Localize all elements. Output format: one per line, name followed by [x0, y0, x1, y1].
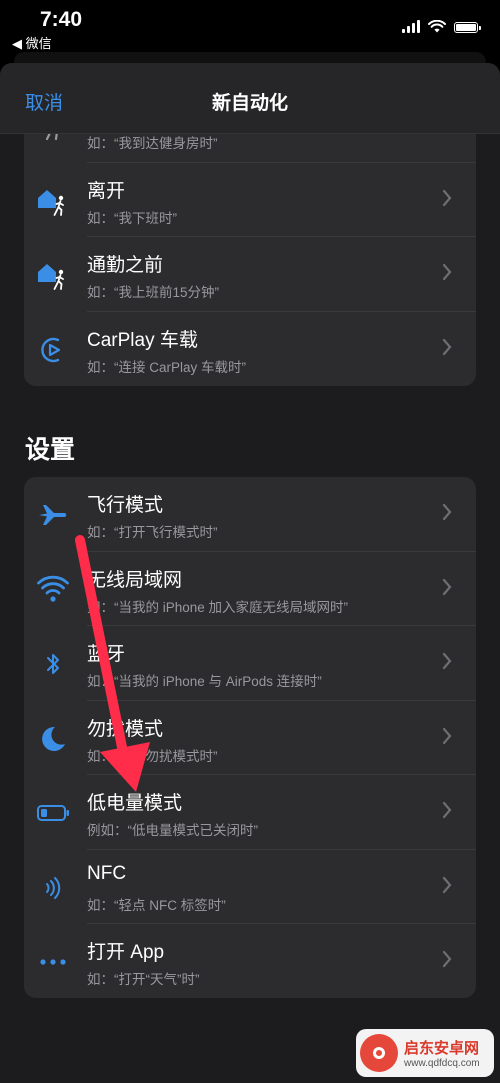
- list-item-title: 打开 App: [87, 942, 165, 963]
- chevron-right-icon: [442, 263, 452, 281]
- chevron-right-icon: [442, 338, 452, 355]
- cellular-signal-icon: [402, 20, 420, 33]
- list-item-nfc[interactable]: NFC 如：“轻点 NFC 标签时”: [24, 850, 476, 924]
- list-item-title: 飞行模式: [87, 495, 164, 516]
- list-item-title: 低电量模式: [87, 793, 183, 814]
- list-item-title: NFC: [87, 862, 127, 884]
- chevron-right-icon: [442, 950, 452, 968]
- list-item-carplay[interactable]: CarPlay 车载 如：“连接 CarPlay 车载时”: [24, 312, 476, 387]
- list-item-airplane-mode[interactable]: 飞行模式 如：“打开飞行模式时”: [24, 477, 476, 552]
- list-item-title: 通勤之前: [87, 255, 164, 276]
- list-item-wifi[interactable]: 无线局域网 如：“当我的 iPhone 加入家庭无线局域网时”: [24, 552, 476, 626]
- watermark: 启东安卓网 www.qdfdcq.com: [356, 1029, 494, 1077]
- moon-icon: [36, 724, 70, 754]
- list-item-low-power-mode[interactable]: 低电量模式 例如：“低电量模式已关闭时”: [24, 775, 476, 850]
- chevron-right-icon: [442, 578, 452, 595]
- list-item-before-commute[interactable]: 通勤之前 如：“我上班前15分钟”: [24, 237, 476, 312]
- house-person-leave-icon: [36, 186, 70, 216]
- status-bar: 7:40 ◀ 微信: [0, 0, 500, 56]
- list-item-do-not-disturb[interactable]: 勿扰模式 如：“打开勿扰模式时”: [24, 701, 476, 775]
- battery-status-icon: [454, 22, 481, 33]
- list-item-subtitle: 如：“当我的 iPhone 加入家庭无线局域网时”: [87, 599, 349, 615]
- navigation-bar: 取消 新自动化: [0, 63, 500, 134]
- list-item-subtitle: 如：“打开“天气”时”: [87, 972, 200, 987]
- ellipsis-icon: [36, 947, 70, 977]
- house-person-commute-icon: [36, 260, 70, 290]
- page-title: 新自动化: [211, 93, 288, 114]
- list-item-leave[interactable]: 离开 如：“我下班时”: [24, 163, 476, 237]
- list-item-title: CarPlay 车载: [87, 329, 198, 351]
- nfc-icon: [36, 873, 70, 903]
- list-item-title: 蓝牙: [87, 644, 126, 665]
- list-item-subtitle: 如：“打开飞行模式时”: [87, 525, 218, 540]
- list-item-subtitle: 如：“连接 CarPlay 车载时”: [87, 359, 247, 375]
- list-item-subtitle: 如：“我上班前15分钟”: [87, 285, 220, 300]
- chevron-right-icon: [442, 503, 452, 521]
- bluetooth-icon: [36, 649, 70, 679]
- list-item-title: 无线局域网: [87, 569, 183, 591]
- status-icons: [402, 20, 481, 33]
- settings-trigger-list: 飞行模式 如：“打开飞行模式时” 无线局域网 如：“当我的 iPhone 加入家…: [24, 477, 476, 998]
- new-automation-sheet: 取消 新自动化 如：“我到达健身房时” 离开 如：“我下班时” 通勤之前 如：“…: [0, 63, 500, 1083]
- watermark-name: 启东安卓网: [404, 1040, 480, 1057]
- watermark-logo-icon: [360, 1034, 398, 1072]
- carplay-icon: [36, 335, 70, 365]
- list-item-title: 离开: [87, 180, 126, 202]
- wifi-status-icon: [428, 20, 446, 33]
- list-item-bluetooth[interactable]: 蓝牙 如：“当我的 iPhone 与 AirPods 连接时”: [24, 626, 476, 701]
- back-to-app-link[interactable]: ◀ 微信: [12, 33, 52, 52]
- list-item-open-app[interactable]: 打开 App 如：“打开“天气”时”: [24, 924, 476, 998]
- list-item-subtitle: 如：“当我的 iPhone 与 AirPods 连接时”: [87, 674, 322, 689]
- status-time: 7:40: [40, 8, 83, 31]
- section-title-settings: 设置: [25, 436, 76, 464]
- list-item-subtitle: 如：“我到达健身房时”: [87, 136, 218, 151]
- chevron-right-icon: [442, 652, 452, 670]
- chevron-right-icon: [442, 876, 452, 893]
- wifi-icon: [36, 575, 70, 605]
- list-item-subtitle: 例如：“低电量模式已关闭时”: [87, 823, 258, 838]
- list-item-subtitle: 如：“打开勿扰模式时”: [87, 748, 218, 764]
- airplane-icon: [36, 500, 70, 530]
- chevron-right-icon: [442, 189, 452, 206]
- list-item-subtitle: 如：“我下班时”: [87, 210, 177, 226]
- chevron-right-icon: [442, 727, 452, 744]
- watermark-url: www.qdfdcq.com: [404, 1058, 480, 1069]
- low-battery-icon: [36, 798, 70, 828]
- list-item-subtitle: 如：“轻点 NFC 标签时”: [87, 897, 226, 913]
- list-item-title: 勿扰模式: [87, 718, 164, 740]
- chevron-right-icon: [442, 801, 452, 819]
